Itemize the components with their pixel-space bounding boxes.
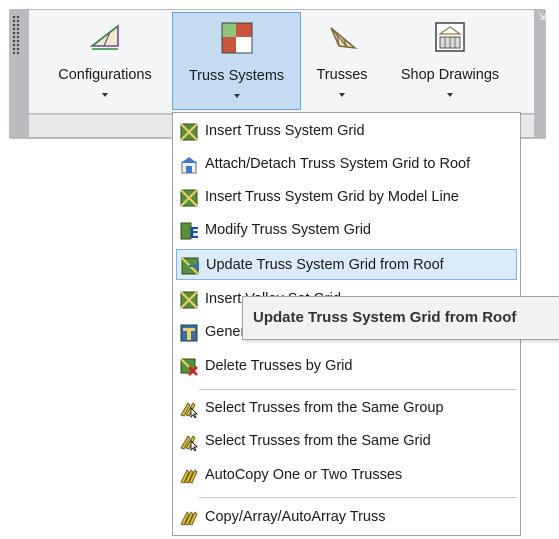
menu-item-delete-trusses-by-grid[interactable]: Delete Trusses by Grid	[176, 351, 517, 382]
truss-systems-label: Truss Systems	[188, 68, 285, 84]
truss-systems-button[interactable]: Truss Systems	[172, 12, 301, 110]
menu-item-label: Select Trusses from the Same Group	[205, 400, 444, 416]
menu-item-label: Update Truss System Grid from Roof	[206, 257, 444, 273]
roof-plan-icon	[221, 22, 252, 54]
svg-text:E: E	[189, 224, 198, 240]
panel-grip-handle[interactable]	[12, 15, 20, 55]
configurations-button[interactable]: Configurations	[43, 12, 167, 110]
tooltip: Update Truss System Grid from Roof	[242, 296, 559, 340]
menu-item-insert-truss-system-grid[interactable]: Insert Truss System Grid	[176, 116, 517, 147]
truss-icon	[330, 27, 358, 50]
menu-item-select-same-group[interactable]: Select Trusses from the Same Group	[176, 393, 517, 424]
menu-separator	[199, 497, 517, 498]
chevron-down-icon	[233, 94, 240, 98]
chevron-down-icon	[339, 93, 345, 97]
modify-grid-icon: E	[180, 222, 198, 240]
roof-triangle-icon	[89, 24, 119, 50]
shop-drawings-label: Shop Drawings	[400, 67, 500, 83]
tooltip-text: Update Truss System Grid from Roof	[253, 309, 517, 326]
screen: ⇲ Configurations Truss Systems Trusses S…	[0, 0, 559, 539]
menu-item-label: Select Trusses from the Same Grid	[205, 433, 431, 449]
generate-icon	[180, 324, 198, 342]
autocopy-icon	[180, 469, 198, 484]
panel-launcher-icon[interactable]: ⇲	[538, 13, 546, 23]
menu-item-attach-detach-grid-to-roof[interactable]: Attach/Detach Truss System Grid to Roof	[176, 149, 517, 180]
menu-item-modify-truss-system-grid[interactable]: E Modify Truss System Grid	[176, 215, 517, 246]
menu-item-copy-array-autoarray[interactable]: Copy/Array/AutoArray Truss	[176, 502, 517, 533]
menu-item-select-same-grid[interactable]: Select Trusses from the Same Grid	[176, 426, 517, 457]
menu-item-label: Insert Truss System Grid by Model Line	[205, 189, 459, 205]
menu-item-insert-grid-by-model-line[interactable]: Insert Truss System Grid by Model Line	[176, 182, 517, 213]
select-group-icon	[180, 402, 198, 418]
update-grid-icon	[181, 257, 199, 275]
attach-roof-icon	[181, 157, 197, 174]
chevron-down-icon	[447, 93, 453, 97]
menu-item-label: AutoCopy One or Two Trusses	[205, 467, 403, 483]
menu-item-label: Attach/Detach Truss System Grid to Roof	[205, 156, 471, 172]
trusses-button[interactable]: Trusses	[306, 12, 378, 110]
grid-model-line-icon	[180, 189, 198, 207]
shop-drawings-button[interactable]: Shop Drawings	[388, 12, 512, 110]
trusses-label: Trusses	[316, 67, 368, 83]
chevron-down-icon	[102, 93, 108, 97]
truss-grid-icon	[180, 123, 198, 141]
shop-drawing-icon	[435, 22, 465, 52]
delete-grid-icon	[180, 358, 198, 376]
menu-item-update-grid-from-roof[interactable]: Update Truss System Grid from Roof	[176, 249, 517, 280]
configurations-label: Configurations	[58, 67, 152, 83]
menu-separator	[199, 389, 517, 390]
menu-item-label: Copy/Array/AutoArray Truss	[205, 509, 386, 525]
valley-grid-icon	[180, 291, 198, 309]
menu-item-label: Insert Truss System Grid	[205, 123, 365, 139]
menu-item-label: Delete Trusses by Grid	[205, 358, 353, 374]
copy-array-icon	[180, 511, 198, 526]
select-grid-icon	[180, 435, 198, 451]
menu-item-label: Modify Truss System Grid	[205, 222, 371, 238]
menu-item-autocopy-trusses[interactable]: AutoCopy One or Two Trusses	[176, 460, 517, 491]
